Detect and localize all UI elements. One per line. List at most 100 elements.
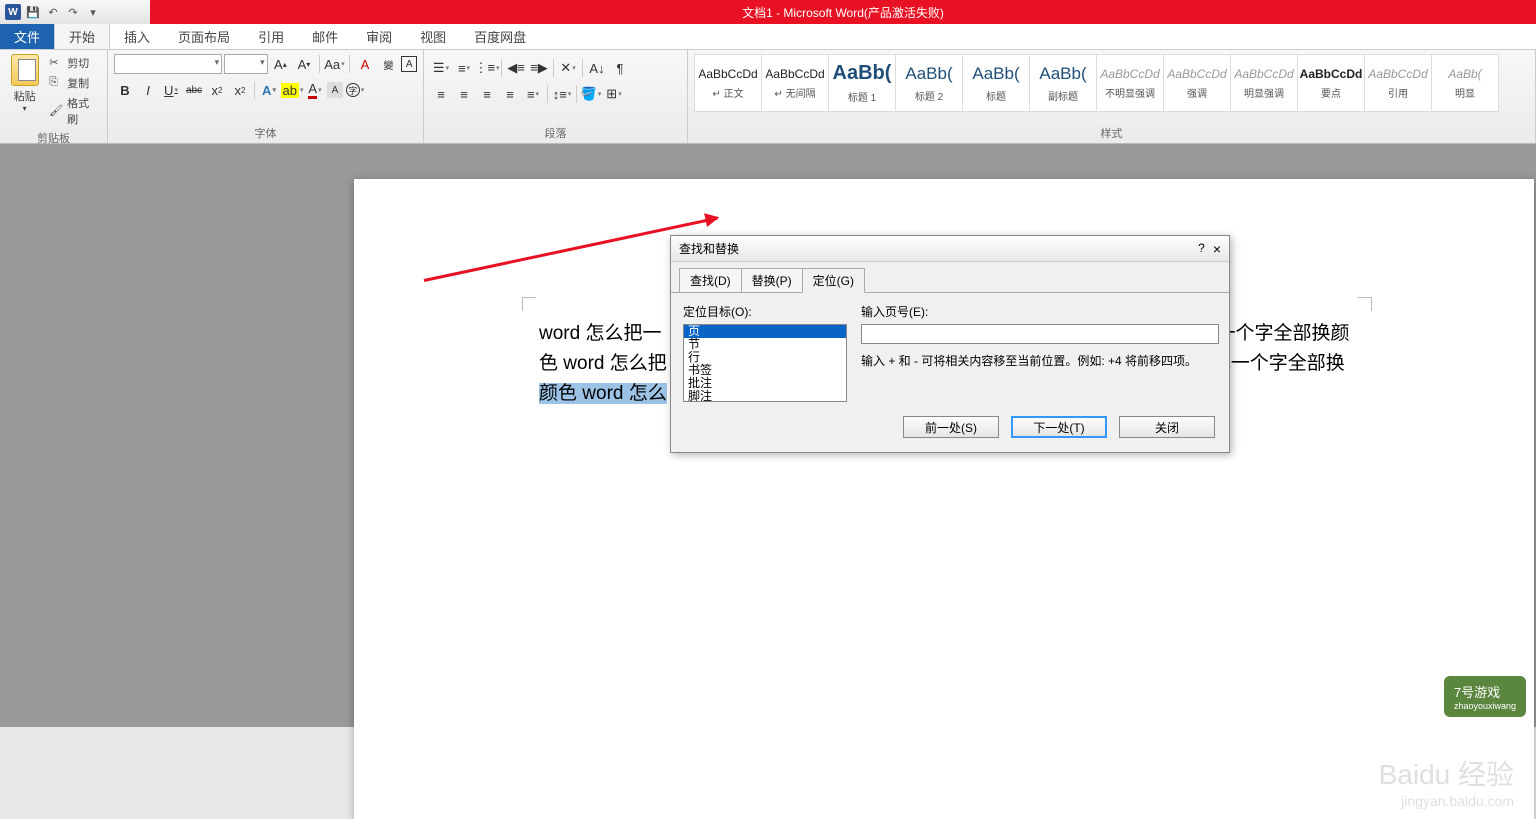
style-title[interactable]: AaBb(标题	[962, 54, 1030, 112]
line-spacing-icon[interactable]: ↕≡	[551, 84, 573, 104]
style-heading2[interactable]: AaBb(标题 2	[895, 54, 963, 112]
cut-button[interactable]: ✂剪切	[47, 54, 101, 72]
style-normal[interactable]: AaBbCcDd↵ 正文	[694, 54, 762, 112]
close-icon[interactable]: ×	[1213, 241, 1221, 257]
app-icon[interactable]: W	[4, 3, 22, 21]
tab-insert[interactable]: 插入	[110, 23, 164, 49]
tab-replace[interactable]: 替换(P)	[741, 268, 803, 293]
align-right-icon[interactable]: ≡	[476, 84, 498, 104]
underline-button[interactable]: U	[160, 80, 182, 100]
tab-goto[interactable]: 定位(G)	[802, 268, 865, 293]
undo-icon[interactable]: ↶	[44, 3, 62, 21]
style-gallery: AaBbCcDd↵ 正文 AaBbCcDd↵ 无间隔 AaBb(标题 1 AaB…	[694, 54, 1529, 112]
tab-review[interactable]: 审阅	[352, 23, 406, 49]
document-page[interactable]: word 怎么把一一个字全部换颜 色 word 怎么把把一个字全部换 颜色 wo…	[354, 179, 1534, 819]
indent-decrease-icon[interactable]: ◀≡	[505, 58, 527, 78]
dialog-titlebar[interactable]: 查找和替换 ? ×	[671, 236, 1229, 262]
font-color-button[interactable]: A	[304, 80, 326, 100]
borders-icon[interactable]: ⊞	[603, 84, 625, 104]
font-size-combo[interactable]	[224, 54, 268, 74]
numbering-icon[interactable]: ≡	[453, 58, 475, 78]
align-left-icon[interactable]: ≡	[430, 84, 452, 104]
tab-find[interactable]: 查找(D)	[679, 268, 742, 293]
copy-icon: ⎘	[49, 76, 63, 90]
group-label-paragraph: 段落	[430, 123, 681, 141]
strike-button[interactable]: abc	[183, 80, 205, 100]
italic-button[interactable]: I	[137, 80, 159, 100]
dialog-title: 查找和替换	[679, 240, 739, 257]
margin-mark-tl	[522, 297, 536, 311]
goto-hint: 输入 + 和 - 可将相关内容移至当前位置。例如: +4 将前移四项。	[861, 352, 1219, 369]
font-name-combo[interactable]	[114, 54, 222, 74]
tab-references[interactable]: 引用	[244, 23, 298, 49]
goto-target-listbox[interactable]: 页 节 行 书签 批注 脚注	[683, 324, 847, 402]
style-intense-emph[interactable]: AaBbCcDd明显强调	[1230, 54, 1298, 112]
text-direction-icon[interactable]: ✕	[557, 58, 579, 78]
tab-mail[interactable]: 邮件	[298, 23, 352, 49]
group-font: A▴ A▾ Aa A 變 A B I U abc x2 x2 A ab A A	[108, 50, 424, 143]
style-subtitle[interactable]: AaBb(副标题	[1029, 54, 1097, 112]
selected-text: 颜色 word 怎么	[539, 383, 667, 404]
justify-icon[interactable]: ≡	[499, 84, 521, 104]
show-marks-icon[interactable]: ¶	[609, 58, 631, 78]
qat-more-icon[interactable]: ▾	[84, 3, 102, 21]
page-number-input[interactable]	[861, 324, 1219, 344]
redo-icon[interactable]: ↷	[64, 3, 82, 21]
style-emphasis[interactable]: AaBbCcDd强调	[1163, 54, 1231, 112]
list-item[interactable]: 脚注	[684, 390, 846, 402]
tab-baidu[interactable]: 百度网盘	[460, 23, 540, 49]
bullets-icon[interactable]: ☰	[430, 58, 452, 78]
style-intense[interactable]: AaBb(明显	[1431, 54, 1499, 112]
shrink-font-icon[interactable]: A▾	[293, 54, 315, 74]
help-icon[interactable]: ?	[1198, 241, 1205, 257]
indent-increase-icon[interactable]: ≡▶	[528, 58, 550, 78]
close-button[interactable]: 关闭	[1119, 416, 1215, 438]
tab-file[interactable]: 文件	[0, 23, 54, 49]
style-heading1[interactable]: AaBb(标题 1	[828, 54, 896, 112]
phonetic-icon[interactable]: 變	[378, 54, 400, 74]
grow-font-icon[interactable]: A▴	[270, 54, 292, 74]
style-quote[interactable]: AaBbCcDd引用	[1364, 54, 1432, 112]
list-item[interactable]: 页	[684, 325, 846, 338]
char-shading-icon[interactable]: A	[327, 82, 343, 98]
style-nospacing[interactable]: AaBbCcDd↵ 无间隔	[761, 54, 829, 112]
ribbon: 粘贴 ▾ ✂剪切 ⎘复制 🖌格式刷 剪贴板 A▴ A▾ Aa A 變	[0, 50, 1536, 144]
watermark: Baidu 经验 jingyan.baidu.com	[1379, 753, 1514, 809]
format-painter-button[interactable]: 🖌格式刷	[47, 94, 101, 128]
dialog-buttons: 前一处(S) 下一处(T) 关闭	[671, 416, 1229, 452]
brush-icon: 🖌	[49, 104, 63, 118]
bold-button[interactable]: B	[114, 80, 136, 100]
title-bar: W 💾 ↶ ↷ ▾ 文档1 - Microsoft Word(产品激活失败)	[0, 0, 1536, 24]
prev-button[interactable]: 前一处(S)	[903, 416, 999, 438]
copy-button[interactable]: ⎘复制	[47, 74, 101, 92]
find-replace-dialog: 查找和替换 ? × 查找(D) 替换(P) 定位(G) 定位目标(O): 页 节…	[670, 235, 1230, 453]
tab-home[interactable]: 开始	[54, 23, 110, 49]
group-label-font: 字体	[114, 123, 417, 141]
margin-mark-tr	[1358, 297, 1372, 311]
next-button[interactable]: 下一处(T)	[1011, 416, 1107, 438]
sort-icon[interactable]: A↓	[586, 58, 608, 78]
paste-icon	[11, 54, 39, 86]
tab-view[interactable]: 视图	[406, 23, 460, 49]
clear-format-icon[interactable]: A	[354, 54, 376, 74]
style-subtle-emph[interactable]: AaBbCcDd不明显强调	[1096, 54, 1164, 112]
style-strong[interactable]: AaBbCcDd要点	[1297, 54, 1365, 112]
superscript-button[interactable]: x2	[229, 80, 251, 100]
subscript-button[interactable]: x2	[206, 80, 228, 100]
enclose-char-icon[interactable]: 字	[344, 80, 366, 100]
highlight-button[interactable]: ab	[281, 80, 303, 100]
paste-button[interactable]: 粘贴 ▾	[6, 54, 43, 128]
multilevel-icon[interactable]: ⋮≡	[476, 58, 498, 78]
char-border-icon[interactable]: A	[401, 56, 417, 72]
list-item[interactable]: 节	[684, 338, 846, 351]
text-effects-button[interactable]: A	[258, 80, 280, 100]
tab-layout[interactable]: 页面布局	[164, 23, 244, 49]
paste-label: 粘贴	[14, 88, 36, 104]
shading-icon[interactable]: 🪣	[580, 84, 602, 104]
save-icon[interactable]: 💾	[24, 3, 42, 21]
distribute-icon[interactable]: ≡	[522, 84, 544, 104]
change-case-button[interactable]: Aa	[324, 54, 346, 74]
scissors-icon: ✂	[49, 56, 63, 70]
align-center-icon[interactable]: ≡	[453, 84, 475, 104]
dialog-tabs: 查找(D) 替换(P) 定位(G)	[671, 262, 1229, 293]
